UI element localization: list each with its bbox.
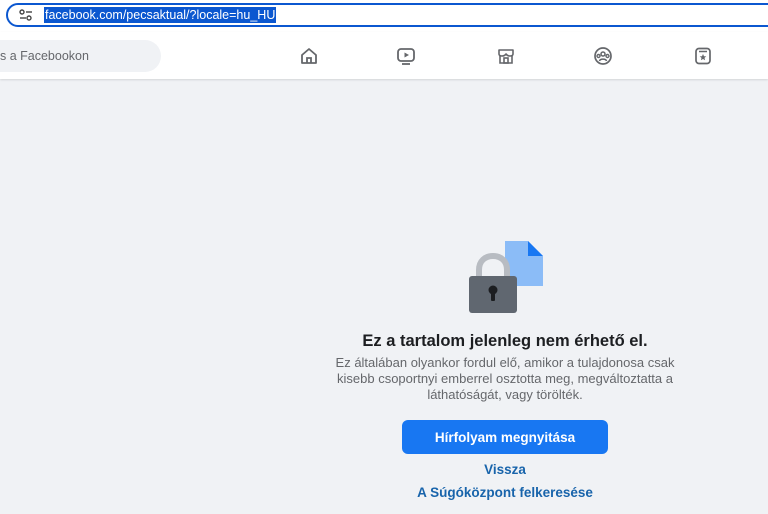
search-placeholder: s a Facebookon	[0, 49, 89, 63]
groups-icon[interactable]	[592, 45, 614, 67]
home-icon[interactable]	[298, 45, 320, 67]
browser-toolbar: facebook.com/pecsaktual/?locale=hu_HU	[0, 0, 768, 32]
error-title: Ez a tartalom jelenleg nem érhető el.	[362, 332, 648, 350]
unavailable-content-panel: Ez a tartalom jelenleg nem érhető el. Ez…	[320, 238, 690, 501]
open-feed-button[interactable]: Hírfolyam megnyitása	[402, 420, 608, 454]
tune-icon[interactable]	[14, 5, 38, 25]
marketplace-icon[interactable]	[495, 45, 517, 67]
back-link[interactable]: Vissza	[320, 462, 690, 478]
address-bar[interactable]: facebook.com/pecsaktual/?locale=hu_HU	[6, 3, 768, 27]
facebook-header: s a Facebookon	[0, 32, 768, 79]
lock-document-icon	[469, 241, 543, 313]
search-input[interactable]: s a Facebookon	[0, 40, 161, 72]
video-icon[interactable]	[395, 45, 417, 67]
help-center-link[interactable]: A Súgóközpont felkeresése	[320, 485, 690, 501]
url-text[interactable]: facebook.com/pecsaktual/?locale=hu_HU	[44, 7, 277, 23]
gaming-icon[interactable]	[692, 45, 714, 67]
error-description: Ez általában olyankor fordul elő, amikor…	[335, 355, 675, 402]
